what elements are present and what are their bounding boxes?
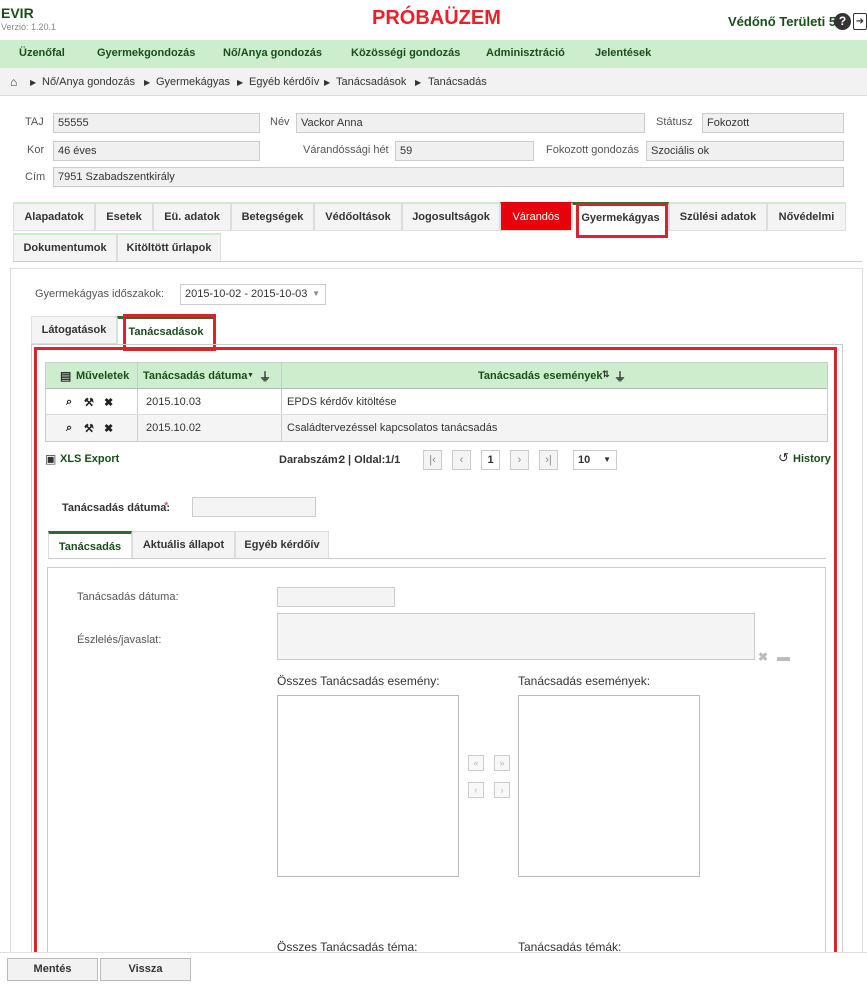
taj-label: TAJ (25, 116, 44, 128)
nev-field: Vackor Anna (296, 113, 645, 133)
chevron-right-icon: ▶ (415, 78, 422, 87)
nav-item-kozossegi-gondozas[interactable]: Közösségi gondozás (351, 47, 460, 59)
breadcrumb-item[interactable]: Egyéb kérdőív (249, 76, 319, 88)
tab-kitoltott-urlapok[interactable]: Kitöltött űrlapok (117, 233, 221, 262)
chevron-right-icon: ▶ (237, 78, 244, 87)
highlight-box-gyermekagyas (576, 203, 668, 238)
chevron-right-icon: ▶ (30, 78, 37, 87)
kor-field: 46 éves (53, 141, 260, 161)
cim-field: 7951 Szabadszentkirály (53, 167, 844, 187)
tab-alapadatok[interactable]: Alapadatok (13, 202, 95, 231)
tabs-divider (13, 261, 862, 262)
nev-label: Név (270, 116, 290, 128)
chevron-right-icon: ▶ (144, 78, 151, 87)
kor-label: Kor (27, 144, 45, 156)
test-mode-banner: PRÓBAÜZEM (372, 7, 501, 29)
period-select-value: 2015-10-02 - 2015-10-03 (185, 288, 308, 300)
cim-label: Cím (25, 171, 46, 183)
breadcrumb: ⌂ ▶ Nő/Anya gondozás ▶ Gyermekágyas ▶ Eg… (0, 68, 867, 96)
highlight-box-tanacsadas-panel (34, 347, 837, 957)
fokozott-field: Szociális ok (646, 141, 844, 161)
tab-betegsegek[interactable]: Betegségek (231, 202, 314, 231)
het-label: Várandóssági hét (303, 144, 389, 156)
nav-item-gyermekgondozas[interactable]: Gyermekgondozás (97, 47, 195, 59)
subtab-latogatasok[interactable]: Látogatások (31, 316, 117, 344)
period-label: Gyermekágyas időszakok: (35, 288, 164, 300)
breadcrumb-item[interactable]: Gyermekágyas (156, 76, 230, 88)
app-header: EVIR Verzió: 1.20.1 PRÓBAÜZEM Védőnő Ter… (0, 0, 867, 40)
tab-vedooltasok[interactable]: Védőoltások (314, 202, 402, 231)
back-button[interactable]: Vissza (100, 958, 191, 981)
save-button[interactable]: Mentés (7, 958, 98, 981)
tab-esetek[interactable]: Esetek (95, 202, 153, 231)
app-logo: EVIR (1, 5, 34, 21)
app-version: Verzió: 1.20.1 (1, 22, 57, 32)
help-icon[interactable]: ? (834, 13, 851, 30)
tab-jogosultsagok[interactable]: Jogosultságok (402, 202, 500, 231)
tab-novedelmi[interactable]: Nővédelmi (767, 202, 846, 231)
tab-varandos[interactable]: Várandós (500, 202, 572, 231)
het-field: 59 (395, 141, 534, 161)
tab-szulesi-adatok[interactable]: Szülési adatok (669, 202, 767, 231)
breadcrumb-item[interactable]: Nő/Anya gondozás (42, 76, 135, 88)
chevron-down-icon: ▼ (312, 289, 320, 298)
main-nav: Üzenőfal Gyermekgondozás Nő/Anya gondozá… (0, 40, 867, 68)
tab-dokumentumok[interactable]: Dokumentumok (13, 233, 117, 262)
nav-item-adminisztracio[interactable]: Adminisztráció (486, 47, 565, 59)
status-field: Fokozott (702, 113, 844, 133)
taj-field: 55555 (53, 113, 260, 133)
nav-item-no-anya-gondozas[interactable]: Nő/Anya gondozás (223, 47, 322, 59)
breadcrumb-item[interactable]: Tanácsadások (336, 76, 406, 88)
current-user[interactable]: Védőnő Területi 5 (728, 14, 836, 29)
period-select[interactable]: 2015-10-02 - 2015-10-03 ▼ (180, 284, 326, 305)
tab-eu-adatok[interactable]: Eü. adatok (153, 202, 231, 231)
nav-item-jelentesek[interactable]: Jelentések (595, 47, 651, 59)
home-icon[interactable]: ⌂ (10, 75, 17, 89)
chevron-right-icon: ▶ (324, 78, 331, 87)
fokozott-label: Fokozott gondozás (546, 144, 639, 156)
breadcrumb-item: Tanácsadás (428, 76, 487, 88)
nav-item-uzenofal[interactable]: Üzenőfal (19, 47, 65, 59)
status-label: Státusz (656, 116, 693, 128)
logout-icon[interactable]: ➜ (853, 13, 867, 30)
